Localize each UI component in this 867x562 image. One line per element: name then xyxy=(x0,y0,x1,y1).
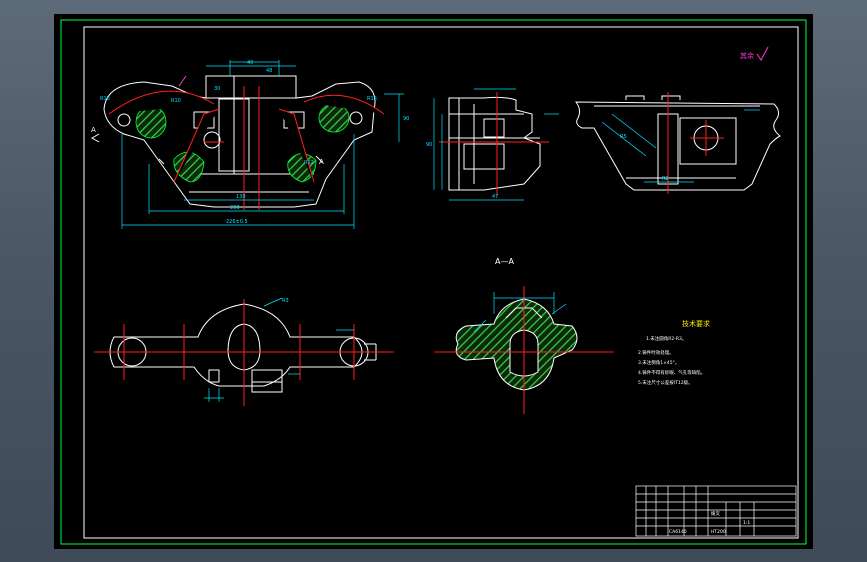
front-view-left-bore xyxy=(117,113,131,127)
section-label: A—A xyxy=(495,257,514,266)
dim-r5: R5 xyxy=(620,134,627,140)
dim-side-2: 47 xyxy=(492,194,498,200)
dim-bottom-3: 200 xyxy=(230,205,240,211)
section-view xyxy=(455,298,578,391)
surface-finish-mark: 其余 xyxy=(740,46,769,61)
dim-r3: R10 xyxy=(171,98,181,104)
dim-top-3: 48 xyxy=(266,68,272,74)
dim-top-1: 40 xyxy=(247,60,253,66)
title-block-scale: 1:1 xyxy=(743,520,750,526)
dim-side-1: 90 xyxy=(403,116,409,122)
dim-top-2: 30 xyxy=(214,86,220,92)
bottom-view-outline xyxy=(109,303,363,387)
view-marker-right: A xyxy=(319,158,324,166)
top-view-centerlines xyxy=(667,92,724,194)
tech-req-4: 4.铸件不得有砂眼、气孔等缺陷。 xyxy=(638,369,705,376)
side-view xyxy=(448,96,541,191)
dim-r1: R18 xyxy=(100,96,110,102)
title-block xyxy=(635,485,797,537)
title-block-part-name: 拨叉 xyxy=(711,510,720,517)
front-view-right-bore xyxy=(349,111,363,125)
front-view-hatching xyxy=(135,103,350,183)
dim-bottom-1: 130 xyxy=(236,194,246,200)
dim-r4: R12 xyxy=(304,160,314,166)
dim-side-3: 90 xyxy=(426,142,432,148)
bottom-view-centerlines xyxy=(94,299,394,406)
tech-req-5: 5.未注尺寸公差按IT12级。 xyxy=(638,379,693,386)
tech-req-2: 2.铸件时效处理。 xyxy=(638,349,674,356)
bottom-view xyxy=(109,303,377,393)
tech-requirements-title: 技术要求 xyxy=(682,319,710,328)
front-view-annotation xyxy=(178,75,187,87)
surface-finish-note: 其余 xyxy=(740,51,754,60)
front-view-section-markers xyxy=(90,133,323,165)
tech-requirements: 技术要求 1.未注圆角R2-R3。 2.铸件时效处理。 3.未注倒角1×45°。… xyxy=(638,319,710,386)
title-block-drawing-no: CA6140 xyxy=(669,529,687,535)
tech-req-3: 3.未注倒角1×45°。 xyxy=(638,359,679,366)
title-block-material: HT200 xyxy=(711,529,726,535)
dim-r7: R3 xyxy=(282,298,289,304)
dim-bottom-2: 226±0.5 xyxy=(226,219,248,225)
cad-drawing-sheet: 40 30 48 130 226±0.5 200 R18 R16 R10 R12… xyxy=(60,19,807,545)
tech-req-1: 1.未注圆角R2-R3。 xyxy=(646,335,686,342)
dim-r6: R2 xyxy=(662,176,669,182)
cad-drawing-canvas[interactable]: 40 30 48 130 226±0.5 200 R18 R16 R10 R12… xyxy=(54,14,813,549)
dim-r2: R16 xyxy=(367,96,377,102)
view-marker-left: A xyxy=(91,126,96,134)
